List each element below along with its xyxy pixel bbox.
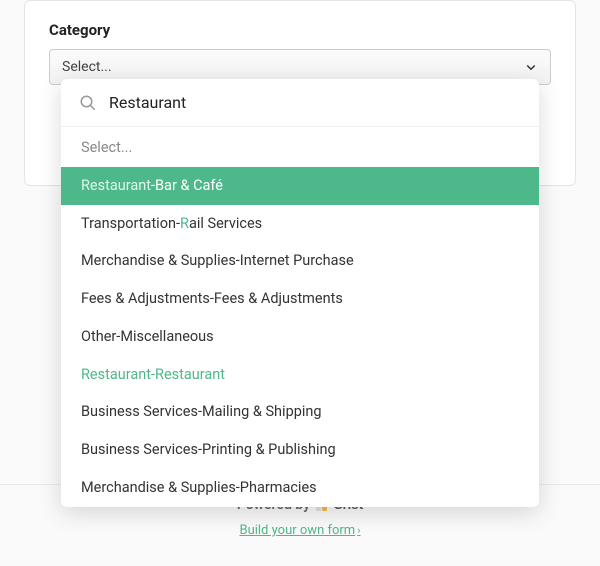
option-item[interactable]: Business Services-Mailing & Shipping: [61, 393, 539, 431]
options-list: Select... Restaurant-Bar & Café Transpor…: [61, 127, 539, 507]
option-item[interactable]: Transportation-Rail Services: [61, 205, 539, 243]
option-item[interactable]: Merchandise & Supplies-Internet Purchase: [61, 242, 539, 280]
option-rest: -Bar & Café: [151, 177, 223, 194]
dropdown-search-row: [61, 79, 539, 126]
form-card: Category Select... Select... Restaurant-…: [24, 0, 576, 186]
field-label: Category: [49, 21, 551, 39]
option-item[interactable]: Restaurant-Bar & Café: [61, 167, 539, 205]
option-item[interactable]: Merchandise & Supplies-Pharmacies: [61, 469, 539, 507]
chevron-right-icon: ›: [357, 524, 360, 537]
dropdown-panel: Select... Restaurant-Bar & Café Transpor…: [61, 79, 539, 507]
option-item[interactable]: Business Services-Printing & Publishing: [61, 431, 539, 469]
option-placeholder[interactable]: Select...: [61, 127, 539, 167]
dropdown-search-input[interactable]: [109, 93, 521, 112]
option-rest: ail Services: [189, 215, 262, 232]
build-link-text: Build your own form: [239, 523, 355, 538]
option-item[interactable]: Other-Miscellaneous: [61, 318, 539, 356]
select-trigger-text: Select...: [62, 59, 112, 75]
option-match: Restaurant: [155, 366, 225, 383]
option-match: R: [180, 215, 189, 232]
option-match: Restaurant: [81, 177, 151, 194]
option-item[interactable]: Restaurant-Restaurant: [61, 356, 539, 394]
chevron-down-icon: [524, 60, 538, 74]
option-item[interactable]: Fees & Adjustments-Fees & Adjustments: [61, 280, 539, 318]
search-icon: [79, 94, 97, 112]
option-prefix: Transportation-: [81, 215, 180, 232]
build-your-own-form-link[interactable]: Build your own form ›: [239, 523, 360, 538]
option-match: Restaurant: [81, 366, 151, 383]
